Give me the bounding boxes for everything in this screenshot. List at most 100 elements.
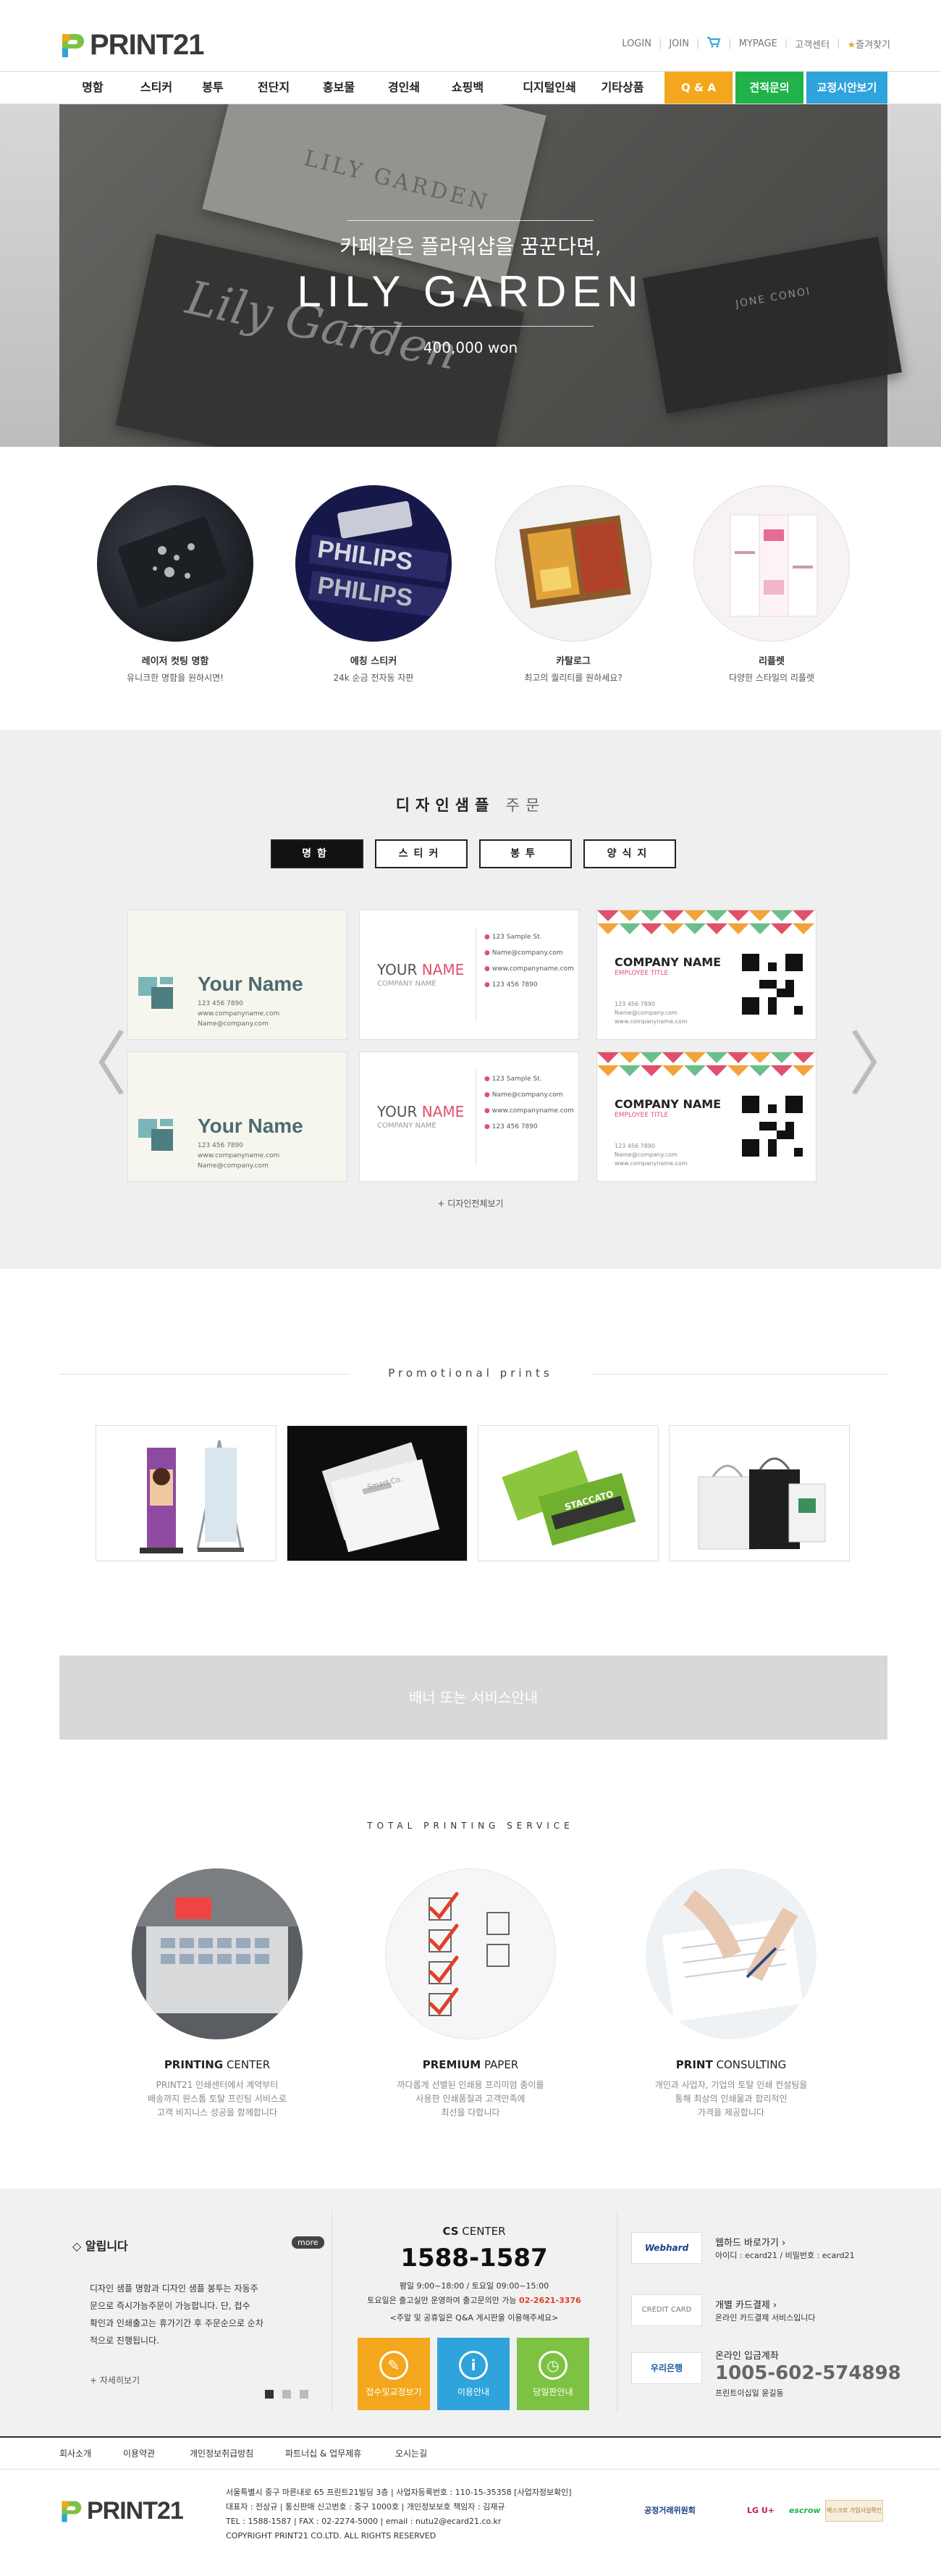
- nav-item-etc[interactable]: 기타상품: [594, 72, 651, 104]
- cs-phone[interactable]: 1588-1587: [340, 2244, 608, 2273]
- desc-line: 개인과 사업자, 기업의 토탈 인쇄 컨설팅을: [654, 2080, 808, 2090]
- cs-weekend-note: <주말 및 공휴일은 Q&A 게시판을 이용해주세요>: [389, 2313, 559, 2323]
- same-day-button[interactable]: ◷ 당일판안내: [517, 2338, 589, 2410]
- customer-center-link[interactable]: 고객센터: [795, 37, 830, 51]
- cs-title-rest: CENTER: [458, 2225, 506, 2238]
- card-company: COMPANY NAME: [377, 1122, 436, 1130]
- footer-link-about[interactable]: 회사소개: [59, 2438, 91, 2470]
- promo-item-booklet[interactable]: Smart Co.: [287, 1425, 468, 1561]
- estimate-button[interactable]: 견적문의: [735, 72, 803, 104]
- nav-item-shopping-bag[interactable]: 쇼핑백: [444, 72, 491, 104]
- promo-item-cards[interactable]: STACCATO: [478, 1425, 659, 1561]
- desc-line: 최선을 다합니다: [441, 2107, 500, 2118]
- sample-card[interactable]: YOUR NAME COMPANY NAME ● 123 Sample St. …: [359, 910, 579, 1040]
- sample-prev-arrow[interactable]: 〈: [58, 1008, 127, 1109]
- footer-link-privacy[interactable]: 개인정보취급방침: [190, 2438, 253, 2470]
- sample-card[interactable]: Your Name 123 456 7890 www.companyname.co…: [127, 910, 347, 1040]
- service-name-rest: PAPER: [481, 2058, 519, 2071]
- usage-guide-button[interactable]: i 이용안내: [437, 2338, 510, 2410]
- login-link[interactable]: LOGIN: [622, 38, 651, 49]
- notice-heading: ◇ 알립니다: [72, 2236, 128, 2254]
- credit-card-logo[interactable]: CREDIT CARD: [631, 2294, 702, 2326]
- footer-link-partnership[interactable]: 파트너십 & 업무제휴: [285, 2438, 361, 2470]
- desc-line: 가격을 제공합니다: [697, 2107, 765, 2118]
- card-payment-title[interactable]: 개별 카드결제 ›: [715, 2297, 777, 2311]
- proof-check-button[interactable]: ✎ 접수및교정보기: [358, 2338, 430, 2410]
- card-site: www.companyname.com: [198, 1010, 280, 1018]
- category-etching-sticker[interactable]: PHILIPS PHILIPS 에칭 스티커 24k 순금 전자동 자판: [295, 485, 452, 684]
- sample-card[interactable]: Your Name 123 456 7890 www.companyname.co…: [127, 1052, 347, 1182]
- cs-button-label: 접수및교정보기: [366, 2387, 422, 2397]
- main-navigation: 명함 스티커 봉투 전단지 홍보물 경인쇄 쇼핑백 디지털인쇄 기타상품 Q &…: [0, 71, 941, 104]
- pin-icon: ●: [484, 934, 490, 941]
- category-catalog[interactable]: 카탈로그 최고의 퀄리티를 원하세요?: [495, 485, 651, 684]
- nav-item-light-print[interactable]: 경인쇄: [381, 72, 427, 104]
- tab-form[interactable]: 양식지: [583, 839, 676, 868]
- notice-detail-link[interactable]: + 자세히보기: [90, 2374, 140, 2386]
- speech-bubble-icon: ◇: [72, 2239, 82, 2253]
- service-name-rest: CENTER: [223, 2058, 271, 2071]
- card-site: www.companyname.com: [491, 1107, 574, 1115]
- qa-button[interactable]: Q & A: [664, 72, 733, 104]
- service-desc: PRINT21 인쇄센터에서 계약부터 배송까지 원스톱 토탈 프린팅 서비스로 고…: [109, 2078, 326, 2120]
- tab-business-card[interactable]: 명함: [271, 839, 363, 868]
- category-image: [495, 485, 651, 642]
- card-addr: 123 Sample St.: [491, 1075, 542, 1083]
- service-premium-paper[interactable]: PREMIUM PAPER 까다롭게 선별된 인쇄용 프리미엄 종이를 사용한 인…: [362, 1868, 579, 2120]
- card-contact: 123 456 7890 www.companyname.com Name@comp…: [198, 999, 279, 1029]
- nav-item-flyer[interactable]: 전단지: [250, 72, 297, 104]
- service-print-consulting[interactable]: PRINT CONSULTING 개인과 사업자, 기업의 토탈 인쇄 컨설팅을…: [623, 1868, 840, 2120]
- pager-dot[interactable]: [300, 2390, 308, 2399]
- site-logo[interactable]: PRINT21: [58, 29, 204, 62]
- design-sample-title-main: 디자인샘플: [395, 797, 495, 814]
- hero-banner[interactable]: LILY GARDEN Lily Garden JONE CONOI 카페같은 …: [0, 104, 941, 447]
- category-laser-card[interactable]: 레이저 컷팅 명함 유니크한 명함을 원하시면!: [97, 485, 253, 684]
- cart-icon[interactable]: [706, 36, 721, 51]
- nav-item-sticker[interactable]: 스티커: [133, 72, 180, 104]
- sample-card[interactable]: COMPANY NAME EMPLOYEE TITLE 123 456 7890…: [596, 910, 816, 1040]
- nav-item-business-card[interactable]: 명함: [75, 72, 110, 104]
- webhard-desc: 아이디 : ecard21 / 비밀번호 : ecard21: [715, 2251, 855, 2260]
- promo-item-shopping-bag[interactable]: [669, 1425, 850, 1561]
- ftc-badge[interactable]: 공정거래위원회: [644, 2500, 696, 2522]
- join-link[interactable]: JOIN: [669, 38, 689, 49]
- sample-next-arrow[interactable]: 〉: [848, 1008, 918, 1109]
- nav-item-envelope[interactable]: 봉투: [195, 72, 230, 104]
- service-name-bold: PREMIUM: [422, 2058, 481, 2071]
- pin-icon: ●: [484, 1075, 490, 1083]
- webhard-title[interactable]: 웹하드 바로가기 ›: [715, 2235, 785, 2249]
- card-phone: 123 456 7890: [615, 1143, 655, 1149]
- design-all-link[interactable]: + 디자인전체보기: [0, 1197, 941, 1209]
- card-line: ● 123 Sample St.: [484, 1071, 574, 1087]
- hero-price: 400,000 won: [423, 339, 518, 356]
- tab-sticker[interactable]: 스티커: [375, 839, 468, 868]
- pager-dot[interactable]: [265, 2390, 274, 2399]
- nav-item-digital-print[interactable]: 디지털인쇄: [511, 72, 588, 104]
- webhard-logo[interactable]: Webhard: [631, 2232, 702, 2264]
- escrow-confirm-badge[interactable]: 에스크로 가입사실확인: [825, 2500, 883, 2522]
- lgu-badge[interactable]: LG U+: [747, 2500, 775, 2522]
- sample-card[interactable]: COMPANY NAME EMPLOYEE TITLE 123 456 7890…: [596, 1052, 816, 1182]
- proof-view-button[interactable]: 교정시안보기: [806, 72, 887, 104]
- card-employee-title: EMPLOYEE TITLE: [615, 1112, 669, 1119]
- deposit-title: 온라인 입금계좌: [715, 2351, 779, 2362]
- pager-dot[interactable]: [282, 2390, 291, 2399]
- nav-item-promo[interactable]: 홍보물: [316, 72, 362, 104]
- promo-item-banner-stand[interactable]: [96, 1425, 277, 1561]
- tab-envelope[interactable]: 봉투: [479, 839, 572, 868]
- bookmark-link[interactable]: ★즐겨찾기: [848, 37, 891, 51]
- footer-logo[interactable]: PRINT21: [58, 2497, 184, 2525]
- notice-line: 확인과 인쇄출고는 휴가기간 후 주문순으로 순차: [90, 2318, 263, 2328]
- footer-link-terms[interactable]: 이용약관: [123, 2438, 155, 2470]
- service-printing-center[interactable]: PRINTING CENTER PRINT21 인쇄센터에서 계약부터 배송까지 …: [109, 1868, 326, 2120]
- category-image: [693, 485, 850, 642]
- desc-line: PRINT21 인쇄센터에서 계약부터: [156, 2080, 279, 2090]
- sample-card[interactable]: YOUR NAME COMPANY NAME ● 123 Sample St. …: [359, 1052, 579, 1182]
- mypage-link[interactable]: MYPAGE: [739, 38, 777, 49]
- service-banner[interactable]: 배너 또는 서비스안내: [59, 1656, 887, 1740]
- category-leaflet[interactable]: 리플렛 다양한 스타일의 리플렛: [693, 485, 850, 684]
- notice-more-button[interactable]: more: [292, 2236, 324, 2249]
- footer-link-directions[interactable]: 오시는길: [395, 2438, 427, 2470]
- web-icon: ●: [484, 965, 490, 973]
- escrow-badge[interactable]: escrow: [789, 2500, 821, 2522]
